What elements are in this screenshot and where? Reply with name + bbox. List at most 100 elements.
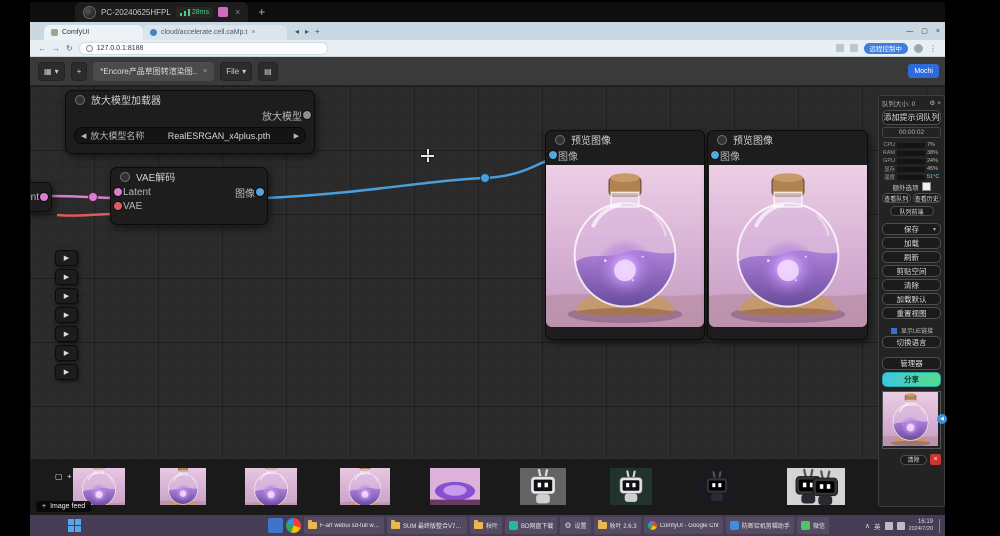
download-icon[interactable] <box>850 44 858 52</box>
close-tab-icon[interactable]: × <box>251 29 255 36</box>
close-workflow-icon[interactable]: × <box>203 68 207 75</box>
manager-button[interactable]: 管理器 <box>882 357 941 370</box>
maximize-icon[interactable]: ▢ <box>921 27 928 35</box>
input-dot-icon[interactable] <box>114 202 122 210</box>
output-slot-upscale-model[interactable]: 放大模型 <box>66 108 314 122</box>
close-icon[interactable]: × <box>937 100 941 107</box>
collapse-dot-icon[interactable] <box>555 135 565 145</box>
feed-thumbnail-bottle[interactable] <box>245 468 297 505</box>
feed-thumbnail-robot[interactable] <box>610 468 652 505</box>
model-name-widget[interactable]: ◀ 放大模型名称 RealESRGAN_x4plus.pth ▶ <box>74 127 306 144</box>
feed-thumbnail-glow[interactable] <box>430 468 480 505</box>
save-button[interactable]: 保存 ▾ <box>882 223 941 235</box>
remote-control-badge[interactable]: 远程控制中 <box>864 43 909 54</box>
node-vae-decode[interactable]: VAE解码 Latent 图像 VAE <box>110 167 268 225</box>
tray-chevron-up-icon[interactable]: ∧ <box>865 522 870 530</box>
node-header[interactable]: VAE解码 <box>111 168 267 185</box>
collapsed-node[interactable]: ▶ <box>55 307 78 323</box>
mochi-badge[interactable]: Mochi <box>908 64 939 78</box>
network-icon[interactable] <box>885 522 893 530</box>
reload-icon[interactable]: ↻ <box>66 44 73 53</box>
queue-front-button[interactable]: 队列前端 <box>890 206 934 216</box>
input-slot-image[interactable]: 图像 <box>708 148 867 162</box>
browser-tab-second[interactable]: cloud/accelerate.cell.caMp.t × <box>143 25 287 40</box>
clear-feed-button[interactable]: 清除 <box>900 455 927 465</box>
node-header[interactable]: 放大模型加载器 <box>66 91 314 108</box>
input-dot-icon[interactable] <box>114 188 122 196</box>
feed-thumbnail-bottle[interactable] <box>73 468 125 505</box>
checkbox-icon[interactable] <box>922 182 931 191</box>
collapsed-node[interactable]: ▶ <box>55 326 78 342</box>
view-queue-button[interactable]: 查看队列 <box>882 193 911 203</box>
view-history-button[interactable]: 查看历史 <box>913 193 942 203</box>
collapse-dot-icon[interactable] <box>75 95 85 105</box>
browser-menu-icon[interactable]: ⋮ <box>929 44 937 53</box>
taskbar-item-comfyui-chrome[interactable]: ComfyUI - Google Chr <box>644 517 723 534</box>
tab-scroll-left-icon[interactable]: ◂ <box>295 27 299 36</box>
url-input[interactable]: 127.0.0.1:8188 <box>79 42 328 55</box>
taskbar-clock[interactable]: 16:19 2024/7/20 <box>909 519 933 532</box>
node-graph-canvas[interactable]: 放大模型加载器 放大模型 ◀ 放大模型名称 RealESRGAN_x4plus.… <box>30 86 945 458</box>
taskbar-item-helper[interactable]: 防断宕机剪辑助手 <box>726 517 794 534</box>
ue-links-toggle[interactable]: 显示UE链接 <box>882 326 941 335</box>
extra-options-toggle[interactable]: 额外选项 <box>882 181 941 192</box>
session-mode-icon[interactable] <box>218 7 228 17</box>
collapse-panel-icon[interactable]: ◀ <box>937 414 947 424</box>
collapsed-node[interactable]: ▶ <box>55 288 78 304</box>
node-upscale-model-loader[interactable]: 放大模型加载器 放大模型 ◀ 放大模型名称 RealESRGAN_x4plus.… <box>65 90 315 154</box>
taskbar-item-settings[interactable]: ⚙设置 <box>560 517 590 534</box>
collapse-dot-icon[interactable] <box>120 172 130 182</box>
switch-language-button[interactable]: 切换语言 <box>882 336 941 348</box>
preview-image[interactable] <box>546 165 704 327</box>
close-feed-icon[interactable]: × <box>930 454 941 465</box>
clipspace-button[interactable]: 剪贴空间 <box>882 265 941 277</box>
share-button[interactable]: 分享 <box>882 372 941 387</box>
preview-image[interactable] <box>709 165 867 327</box>
file-menu-button[interactable]: File ▾ <box>220 62 252 81</box>
workflow-list-button[interactable]: ▦ ▾ <box>38 62 65 81</box>
queue-prompt-button[interactable]: 添加提示词队列 <box>882 110 941 125</box>
taskbar-chrome-icon[interactable] <box>286 518 301 533</box>
taskbar-item-wechat[interactable]: 微信 <box>797 517 829 534</box>
output-dot-icon[interactable] <box>40 193 48 201</box>
prev-icon[interactable]: ◀ <box>81 132 86 140</box>
latest-result-thumbnail[interactable]: ◀ <box>882 391 941 449</box>
node-preview-image-b[interactable]: 预览图像 图像 <box>707 130 868 340</box>
node-header[interactable]: 预览图像 <box>546 131 704 148</box>
taskbar-item-folder[interactable]: 秋叶 2.6.3 <box>594 517 641 534</box>
feed-panel-icon[interactable]: ▢ <box>55 473 63 481</box>
minimize-icon[interactable]: — <box>906 28 913 35</box>
taskbar-item-folder[interactable]: SUM 最终版整合V7调整 <box>387 517 467 534</box>
output-dot-icon[interactable] <box>256 188 264 196</box>
new-workflow-button[interactable]: + <box>71 62 88 81</box>
feed-thumbnail-robot[interactable] <box>697 468 737 505</box>
close-session-icon[interactable]: × <box>235 7 240 17</box>
refresh-button[interactable]: 刷新 <box>882 251 941 263</box>
remote-session-tab[interactable]: PC-20240625HFPL 28ms × <box>75 2 248 22</box>
back-icon[interactable]: ← <box>38 44 46 53</box>
input-language-indicator[interactable]: 英 <box>874 521 881 531</box>
reset-view-button[interactable]: 重置视图 <box>882 307 941 319</box>
volume-icon[interactable] <box>897 522 905 530</box>
close-icon[interactable]: × <box>936 28 940 35</box>
forward-icon[interactable]: → <box>52 44 60 53</box>
taskbar-item-netdisk[interactable]: BD网盘下载 <box>505 517 557 534</box>
collapsed-node[interactable]: ▶ <box>55 364 78 380</box>
load-button[interactable]: 加载 <box>882 237 941 249</box>
start-button[interactable] <box>66 518 82 534</box>
show-desktop-button[interactable] <box>939 519 943 533</box>
input-slot-image[interactable]: 图像 <box>546 148 704 162</box>
taskbar-item-folder[interactable]: F-art webui sd-full web <box>304 517 384 534</box>
tab-scroll-right-icon[interactable]: ▸ <box>305 27 309 36</box>
collapse-dot-icon[interactable] <box>717 135 727 145</box>
browser-tab-comfyui[interactable]: ComfyUI <box>44 25 143 40</box>
feed-move-icon[interactable]: + <box>67 473 72 481</box>
collapsed-node[interactable]: ▶ <box>55 269 78 285</box>
feed-thumbnail-bottle[interactable] <box>160 468 206 505</box>
bookmark-button[interactable]: ▤ <box>258 62 278 81</box>
taskbar-item-folder[interactable]: 秋叶 <box>470 517 502 534</box>
input-slot-vae[interactable]: VAE <box>111 199 267 213</box>
next-icon[interactable]: ▶ <box>294 132 299 140</box>
new-tab-icon[interactable]: + <box>315 27 320 36</box>
node-header[interactable]: 预览图像 <box>708 131 867 148</box>
